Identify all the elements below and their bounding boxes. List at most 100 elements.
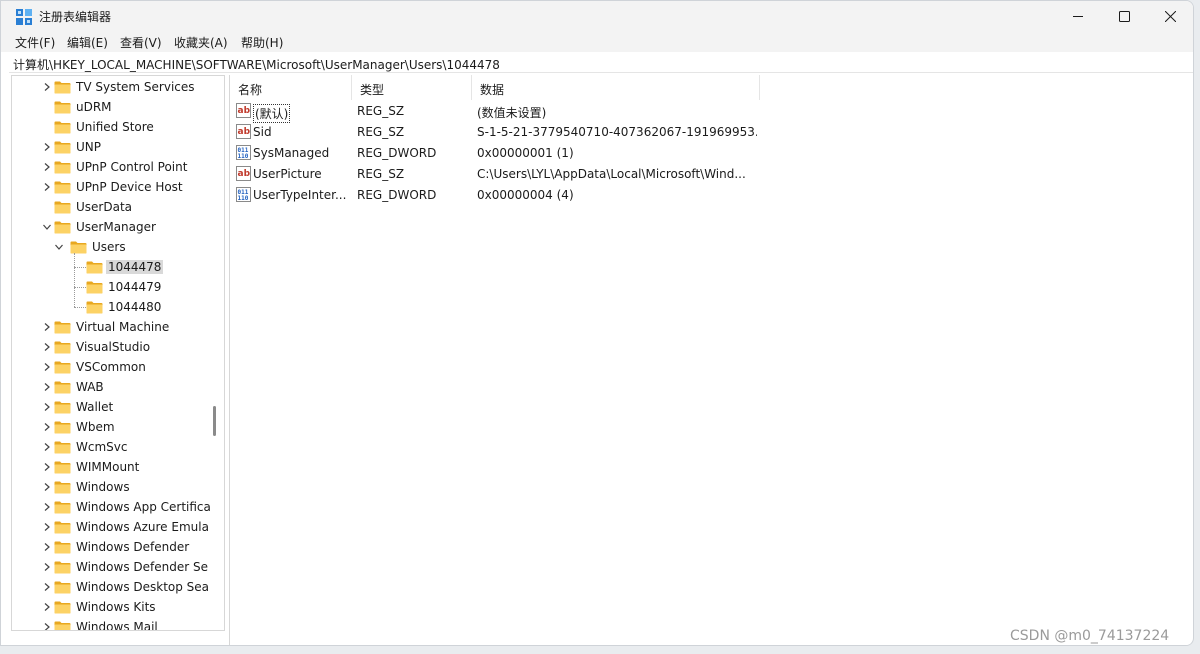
minimize-button[interactable] (1055, 1, 1101, 31)
value-name: (默认) (253, 104, 291, 123)
column-header-type[interactable]: 类型 (352, 75, 472, 100)
tree-item-label: Windows App Certifica (76, 500, 211, 514)
chevron-right-icon[interactable] (42, 502, 52, 512)
chevron-right-icon[interactable] (42, 542, 52, 552)
chevron-down-icon[interactable] (54, 242, 64, 252)
value-type: REG_SZ (357, 104, 405, 118)
window-title: 注册表编辑器 (39, 10, 112, 24)
title-bar[interactable]: 注册表编辑器 (1, 1, 1193, 31)
maximize-button[interactable] (1101, 1, 1147, 31)
chevron-right-icon[interactable] (42, 382, 52, 392)
folder-icon (54, 421, 71, 434)
column-header-name[interactable]: 名称 (230, 75, 352, 100)
menu-view[interactable]: 查看(V) (120, 34, 162, 51)
tree-item[interactable]: Windows Defender Se (12, 557, 212, 577)
chevron-down-icon[interactable] (42, 222, 52, 232)
tree-item[interactable]: WIMMount (12, 457, 212, 477)
chevron-right-icon[interactable] (42, 182, 52, 192)
maximize-icon (1118, 10, 1130, 22)
menu-favorites[interactable]: 收藏夹(A) (174, 34, 228, 51)
tree-item[interactable]: UserManager (12, 217, 212, 237)
tree-item-label: Windows Defender (76, 540, 190, 554)
tree-item[interactable]: UPnP Control Point (12, 157, 212, 177)
column-header-data[interactable]: 数据 (472, 75, 760, 100)
tree-item[interactable]: Windows (12, 477, 212, 497)
chevron-right-icon[interactable] (42, 82, 52, 92)
tree-item[interactable]: UNP (12, 137, 212, 157)
address-path[interactable]: 计算机\HKEY_LOCAL_MACHINE\SOFTWARE\Microsof… (13, 56, 500, 73)
tree-item-label: 1044479 (108, 280, 162, 294)
chevron-right-icon[interactable] (42, 362, 52, 372)
folder-icon (54, 481, 71, 494)
menu-edit[interactable]: 编辑(E) (67, 34, 108, 51)
tree-item[interactable]: Windows Desktop Sea (12, 577, 212, 597)
value-type: REG_DWORD (357, 146, 437, 160)
chevron-right-icon[interactable] (42, 142, 52, 152)
tree-item[interactable]: WAB (12, 377, 212, 397)
folder-icon (54, 521, 71, 534)
tree-item[interactable]: Wbem (12, 417, 212, 437)
menu-help[interactable]: 帮助(H) (241, 34, 283, 51)
folder-icon (54, 401, 71, 414)
chevron-right-icon[interactable] (42, 562, 52, 572)
tree-item[interactable]: Windows Azure Emula (12, 517, 212, 537)
close-button[interactable] (1147, 1, 1193, 31)
tree-item[interactable]: Unified Store (12, 117, 212, 137)
chevron-right-icon[interactable] (42, 622, 52, 631)
tree-item-label: WcmSvc (76, 440, 128, 454)
chevron-right-icon[interactable] (42, 482, 52, 492)
tree-item[interactable]: Virtual Machine (12, 317, 212, 337)
value-row[interactable]: ab Sid REG_SZ S-1-5-21-3779540710-407362067… (230, 122, 930, 143)
value-type: REG_DWORD (357, 188, 437, 202)
tree-item[interactable]: VSCommon (12, 357, 212, 377)
chevron-right-icon[interactable] (42, 402, 52, 412)
chevron-right-icon[interactable] (42, 422, 52, 432)
value-row[interactable]: 011 110 UserTypeInter... REG_DWORD 0x0000000… (230, 185, 930, 206)
chevron-right-icon[interactable] (42, 162, 52, 172)
tree-item[interactable]: Windows Mail (12, 617, 212, 631)
folder-icon (54, 561, 71, 574)
tree-item[interactable]: VisualStudio (12, 337, 212, 357)
chevron-right-icon[interactable] (42, 462, 52, 472)
chevron-right-icon[interactable] (42, 442, 52, 452)
chevron-right-icon[interactable] (42, 322, 52, 332)
value-row[interactable]: ab UserPicture REG_SZ C:\Users\LYL\AppData\… (230, 164, 930, 185)
tree-item[interactable]: Users (12, 237, 212, 257)
tree-item[interactable]: Windows Kits (12, 597, 212, 617)
tree-item[interactable]: UPnP Device Host (12, 177, 212, 197)
tree-item[interactable]: Windows App Certifica (12, 497, 212, 517)
chevron-right-icon[interactable] (42, 582, 52, 592)
folder-icon (54, 381, 71, 394)
tree-item[interactable]: Windows Defender (12, 537, 212, 557)
tree-item-label: Windows Azure Emula (76, 520, 209, 534)
tree-item[interactable]: 1044480 (12, 297, 212, 317)
string-value-icon: ab (236, 124, 251, 139)
value-row[interactable]: ab (默认) REG_SZ (数值未设置) (230, 101, 930, 123)
tree-item-label: UPnP Control Point (76, 160, 188, 174)
tree-vertical-scrollbar[interactable] (213, 406, 216, 436)
chevron-right-icon[interactable] (42, 342, 52, 352)
tree-item[interactable]: WcmSvc (12, 437, 212, 457)
tree-item[interactable]: TV System Services (12, 77, 212, 97)
tree-item[interactable]: 1044479 (12, 277, 212, 297)
value-name: Sid (253, 125, 272, 139)
tree-item[interactable]: uDRM (12, 97, 212, 117)
folder-icon (54, 461, 71, 474)
chevron-right-icon[interactable] (42, 602, 52, 612)
tree-item[interactable]: UserData (12, 197, 212, 217)
tree-item-label: 1044478 (106, 260, 164, 274)
svg-text:110: 110 (238, 153, 249, 160)
tree-item[interactable]: 1044478 (12, 257, 212, 277)
key-tree-pane[interactable]: TV System Services uDRM Unified Store UNP UP… (11, 75, 225, 631)
tree-item[interactable]: Wallet (12, 397, 212, 417)
folder-icon (54, 621, 71, 630)
menu-file[interactable]: 文件(F) (15, 34, 55, 51)
chevron-right-icon[interactable] (42, 522, 52, 532)
folder-icon (54, 321, 71, 334)
values-list-pane[interactable]: 名称 类型 数据 ab (默认) REG_SZ (数值未设置) ab Sid REG_SZ S… (229, 75, 1191, 645)
address-bar[interactable]: 计算机\HKEY_LOCAL_MACHINE\SOFTWARE\Microsof… (9, 52, 1193, 73)
tree-connector (74, 253, 75, 307)
folder-icon (54, 601, 71, 614)
value-row[interactable]: 011 110 SysManaged REG_DWORD 0x00000001 (1) (230, 143, 930, 164)
value-data: 0x00000004 (4) (477, 188, 574, 202)
